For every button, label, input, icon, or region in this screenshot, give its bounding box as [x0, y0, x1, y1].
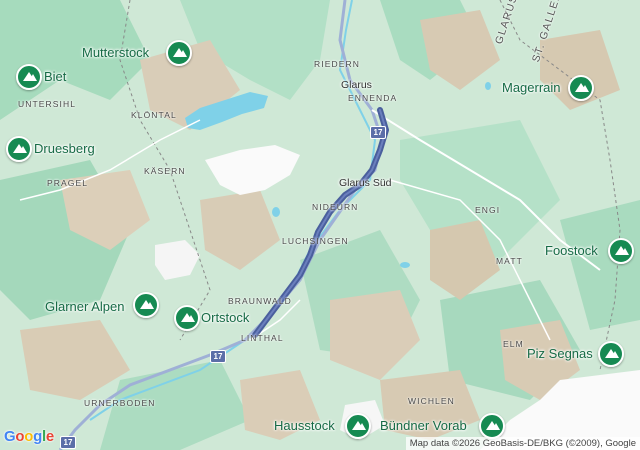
road-shield: 17: [60, 436, 76, 449]
peak-label-glarner-alpen[interactable]: Glarner Alpen: [45, 299, 125, 314]
mountain-icon[interactable]: [174, 305, 200, 331]
village-label-klontal[interactable]: KLÖNTAL: [131, 110, 177, 120]
mountain-icon[interactable]: [6, 136, 32, 162]
village-label-wichlen[interactable]: WICHLEN: [408, 396, 455, 406]
town-label-glarus[interactable]: Glarus: [341, 79, 372, 91]
mountain-icon[interactable]: [479, 413, 505, 439]
village-label-riedern[interactable]: RIEDERN: [314, 59, 360, 69]
village-label-matt[interactable]: MATT: [496, 256, 523, 266]
mountain-icon[interactable]: [16, 64, 42, 90]
mountain-icon[interactable]: [608, 238, 634, 264]
village-label-untersihl[interactable]: UNTERSIHL: [18, 99, 76, 109]
mountain-icon[interactable]: [133, 292, 159, 318]
village-label-urnerboden[interactable]: URNERBODEN: [84, 398, 155, 408]
village-label-nideurn[interactable]: NIDEURN: [312, 202, 358, 212]
village-label-linthal[interactable]: LINTHAL: [241, 333, 284, 343]
peak-label-mutterstock[interactable]: Mutterstock: [82, 45, 149, 60]
town-label-glarus-sud[interactable]: Glarus Süd: [339, 177, 392, 189]
peak-label-piz-segnas[interactable]: Piz Segnas: [527, 346, 593, 361]
peak-label-biet[interactable]: Biet: [44, 69, 66, 84]
peak-label-druesberg[interactable]: Druesberg: [34, 141, 95, 156]
mountain-icon[interactable]: [568, 75, 594, 101]
mountain-icon[interactable]: [345, 413, 371, 439]
peak-label-bundner-vorab[interactable]: Bündner Vorab: [380, 418, 467, 433]
peak-label-foostock[interactable]: Foostock: [545, 243, 598, 258]
village-label-braunwald[interactable]: BRAUNWALD: [228, 296, 292, 306]
google-logo[interactable]: Google: [4, 428, 54, 445]
map-canvas[interactable]: GLARUS ST. GALLEN 17 17 17 Glarus Glarus…: [0, 0, 640, 450]
peak-label-magerrain[interactable]: Magerrain: [502, 80, 561, 95]
village-label-elm[interactable]: ELM: [503, 339, 524, 349]
village-label-kasern[interactable]: KÄSERN: [144, 166, 186, 176]
village-label-engi[interactable]: ENGI: [475, 205, 500, 215]
map-attribution: Map data ©2026 GeoBasis-DE/BKG (©2009), …: [405, 437, 640, 450]
mountain-icon[interactable]: [598, 341, 624, 367]
road-shield: 17: [210, 350, 226, 363]
mountain-icon[interactable]: [166, 40, 192, 66]
village-label-luchsingen[interactable]: LUCHSINGEN: [282, 236, 349, 246]
road-shield: 17: [370, 126, 386, 139]
village-label-ennenda[interactable]: ENNENDA: [348, 93, 397, 103]
peak-label-ortstock[interactable]: Ortstock: [201, 310, 249, 325]
peak-label-hausstock[interactable]: Hausstock: [274, 418, 335, 433]
village-label-pragel[interactable]: PRAGEL: [47, 178, 88, 188]
